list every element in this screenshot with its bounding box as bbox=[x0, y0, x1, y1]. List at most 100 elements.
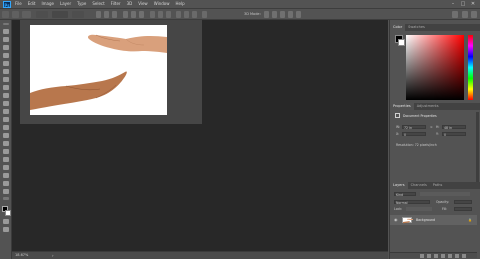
3d-orbit-icon[interactable] bbox=[264, 11, 269, 18]
eyedropper-tool-icon[interactable] bbox=[3, 77, 9, 82]
layer-style-icon[interactable] bbox=[427, 254, 431, 258]
pen-tool-icon[interactable] bbox=[3, 149, 9, 154]
3d-scale-icon[interactable] bbox=[296, 11, 301, 18]
tool-preset-picker[interactable] bbox=[22, 11, 31, 18]
mask-icon[interactable] bbox=[434, 254, 438, 258]
adjustment-layer-icon[interactable] bbox=[441, 254, 445, 258]
menu-3d[interactable]: 3D bbox=[127, 0, 133, 8]
tools-grip[interactable] bbox=[3, 23, 9, 25]
screen-mode-icon[interactable] bbox=[3, 227, 9, 232]
edit-toolbar-icon[interactable] bbox=[3, 197, 9, 200]
zoom-level[interactable]: 18.67% bbox=[15, 252, 28, 259]
close-button[interactable]: ✕ bbox=[468, 0, 478, 8]
menu-help[interactable]: Help bbox=[175, 0, 184, 8]
lasso-tool-icon[interactable] bbox=[3, 45, 9, 50]
layer-filter-dropdown[interactable]: Kind bbox=[394, 192, 416, 197]
status-arrow-icon[interactable]: › bbox=[52, 252, 54, 259]
3d-roll-icon[interactable] bbox=[272, 11, 277, 18]
menu-view[interactable]: View bbox=[138, 0, 148, 8]
healing-brush-icon[interactable] bbox=[3, 85, 9, 90]
eraser-tool-icon[interactable] bbox=[3, 117, 9, 122]
align-hcenter-icon[interactable] bbox=[131, 11, 136, 18]
quick-select-tool-icon[interactable] bbox=[3, 53, 9, 58]
color-picker-field[interactable] bbox=[406, 35, 464, 100]
workspace-icon[interactable] bbox=[462, 11, 468, 18]
quick-mask-icon[interactable] bbox=[3, 219, 9, 224]
new-layer-icon[interactable] bbox=[455, 254, 459, 258]
align-vcenter-icon[interactable] bbox=[104, 11, 109, 18]
search-icon[interactable] bbox=[452, 11, 458, 18]
color-bg-swatch[interactable] bbox=[398, 39, 405, 46]
trash-icon[interactable] bbox=[462, 254, 466, 258]
share-icon[interactable] bbox=[471, 11, 477, 18]
type-tool-icon[interactable] bbox=[3, 157, 9, 162]
clone-stamp-icon[interactable] bbox=[3, 101, 9, 106]
menu-type[interactable]: Type bbox=[77, 0, 86, 8]
height-field[interactable]: 48 in bbox=[442, 125, 466, 130]
fill-field[interactable] bbox=[454, 207, 472, 211]
auto-align-icon[interactable] bbox=[202, 11, 207, 18]
distribute-top-icon[interactable] bbox=[150, 11, 155, 18]
menu-select[interactable]: Select bbox=[92, 0, 104, 8]
distribute-left-icon[interactable] bbox=[176, 11, 181, 18]
menu-window[interactable]: Window bbox=[154, 0, 170, 8]
menu-filter[interactable]: Filter bbox=[111, 0, 121, 8]
layer-dropdown[interactable] bbox=[52, 11, 68, 18]
group-icon[interactable] bbox=[448, 254, 452, 258]
blur-tool-icon[interactable] bbox=[3, 133, 9, 138]
hue-slider[interactable] bbox=[468, 35, 473, 100]
brush-tool-icon[interactable] bbox=[3, 93, 9, 98]
dodge-tool-icon[interactable] bbox=[3, 141, 9, 146]
gradient-tool-icon[interactable] bbox=[3, 125, 9, 130]
3d-pan-icon[interactable] bbox=[280, 11, 285, 18]
zoom-tool-icon[interactable] bbox=[3, 189, 9, 194]
link-layers-icon[interactable] bbox=[420, 254, 424, 258]
move-tool-icon[interactable] bbox=[12, 11, 19, 18]
align-top-icon[interactable] bbox=[96, 11, 101, 18]
layer-row-background[interactable]: ◉ Background 🔒 bbox=[390, 215, 477, 225]
hand-tool-icon[interactable] bbox=[3, 181, 9, 186]
distribute-right-icon[interactable] bbox=[192, 11, 197, 18]
distribute-vcenter-icon[interactable] bbox=[158, 11, 163, 18]
marquee-tool-icon[interactable] bbox=[3, 37, 9, 42]
layer-filter-icons[interactable] bbox=[420, 192, 470, 196]
maximize-button[interactable]: □ bbox=[458, 0, 468, 8]
menu-file[interactable]: File bbox=[15, 0, 22, 8]
menu-edit[interactable]: Edit bbox=[28, 0, 36, 8]
document-canvas[interactable] bbox=[30, 25, 167, 115]
tab-layers[interactable]: Layers bbox=[390, 182, 408, 189]
minimize-button[interactable]: – bbox=[448, 0, 458, 8]
lock-icons[interactable] bbox=[406, 207, 432, 211]
opacity-field[interactable] bbox=[454, 200, 472, 204]
align-bottom-icon[interactable] bbox=[112, 11, 117, 18]
tab-paths[interactable]: Paths bbox=[430, 182, 446, 189]
move-tool-icon[interactable] bbox=[3, 29, 9, 34]
menu-layer[interactable]: Layer bbox=[60, 0, 71, 8]
blend-mode-dropdown[interactable]: Normal bbox=[394, 200, 430, 205]
distribute-bottom-icon[interactable] bbox=[166, 11, 171, 18]
width-field[interactable]: 72 in bbox=[402, 125, 426, 130]
path-selection-icon[interactable] bbox=[3, 165, 9, 170]
tab-swatches[interactable]: Swatches bbox=[405, 24, 428, 31]
align-right-icon[interactable] bbox=[139, 11, 144, 18]
align-left-icon[interactable] bbox=[123, 11, 128, 18]
tab-color[interactable]: Color bbox=[390, 24, 406, 31]
menu-image[interactable]: Image bbox=[41, 0, 54, 8]
crop-tool-icon[interactable] bbox=[3, 61, 9, 66]
transform-controls-checkbox[interactable] bbox=[72, 11, 84, 18]
distribute-hcenter-icon[interactable] bbox=[184, 11, 189, 18]
tab-properties[interactable]: Properties bbox=[390, 103, 414, 110]
frame-tool-icon[interactable] bbox=[3, 69, 9, 74]
properties-scrollbar[interactable] bbox=[476, 112, 479, 182]
tab-adjustments[interactable]: Adjustments bbox=[414, 103, 442, 110]
eye-icon[interactable]: ◉ bbox=[394, 218, 398, 222]
x-field[interactable]: 0 bbox=[402, 132, 426, 137]
background-color-swatch[interactable] bbox=[5, 210, 11, 216]
y-field[interactable]: 0 bbox=[442, 132, 466, 137]
auto-select-checkbox[interactable] bbox=[36, 11, 48, 18]
3d-slide-icon[interactable] bbox=[288, 11, 293, 18]
home-icon[interactable] bbox=[2, 11, 9, 18]
rectangle-tool-icon[interactable] bbox=[3, 173, 9, 178]
tab-channels[interactable]: Channels bbox=[408, 182, 430, 189]
history-brush-icon[interactable] bbox=[3, 109, 9, 114]
